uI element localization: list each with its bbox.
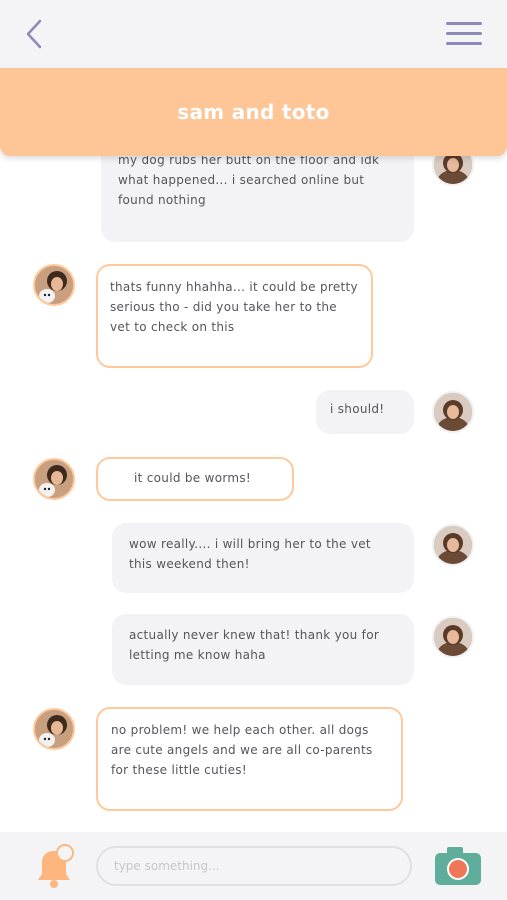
message-bubble-sent: actually never knew that! thank you for … bbox=[112, 614, 414, 685]
message-bubble-sent: i should! bbox=[316, 390, 414, 434]
friend-avatar-photo bbox=[35, 710, 73, 748]
avatar[interactable] bbox=[33, 264, 75, 306]
chat-title: sam and toto bbox=[177, 100, 330, 124]
message-bubble-received: it could be worms! bbox=[96, 457, 294, 501]
user-avatar-photo bbox=[434, 393, 472, 431]
hamburger-line bbox=[446, 42, 482, 45]
avatar[interactable] bbox=[432, 391, 474, 433]
message-text: my dog rubs her butt on the floor and id… bbox=[118, 153, 380, 207]
message-bubble-received: thats funny hhahha... it could be pretty… bbox=[96, 264, 373, 368]
avatar[interactable] bbox=[432, 616, 474, 658]
menu-button[interactable] bbox=[444, 20, 484, 48]
back-button[interactable] bbox=[18, 16, 50, 52]
message-input[interactable] bbox=[96, 846, 412, 886]
bell-icon bbox=[38, 844, 74, 888]
hamburger-line bbox=[446, 32, 482, 35]
top-nav-bar bbox=[0, 0, 507, 68]
user-avatar-photo bbox=[434, 618, 472, 656]
friend-avatar-photo bbox=[35, 266, 73, 304]
message-bubble-sent: wow really.... i will bring her to the v… bbox=[112, 523, 414, 593]
message-bubble-received: no problem! we help each other. all dogs… bbox=[96, 707, 403, 811]
message-text: actually never knew that! thank you for … bbox=[129, 628, 380, 662]
message-text: it could be worms! bbox=[134, 471, 252, 485]
chat-title-banner: sam and toto bbox=[0, 68, 507, 156]
hamburger-menu-icon bbox=[446, 22, 482, 25]
camera-button[interactable] bbox=[433, 845, 483, 887]
friend-avatar-photo bbox=[35, 460, 73, 498]
message-text: wow really.... i will bring her to the v… bbox=[129, 537, 371, 571]
message-text: no problem! we help each other. all dogs… bbox=[111, 723, 373, 777]
message-text: thats funny hhahha... it could be pretty… bbox=[110, 280, 358, 334]
message-text: i should! bbox=[330, 402, 385, 416]
notification-button[interactable] bbox=[30, 842, 78, 892]
camera-icon bbox=[435, 847, 481, 885]
avatar[interactable] bbox=[33, 708, 75, 750]
avatar[interactable] bbox=[33, 458, 75, 500]
user-avatar-photo bbox=[434, 526, 472, 564]
chevron-left-icon bbox=[26, 19, 42, 49]
avatar[interactable] bbox=[432, 524, 474, 566]
